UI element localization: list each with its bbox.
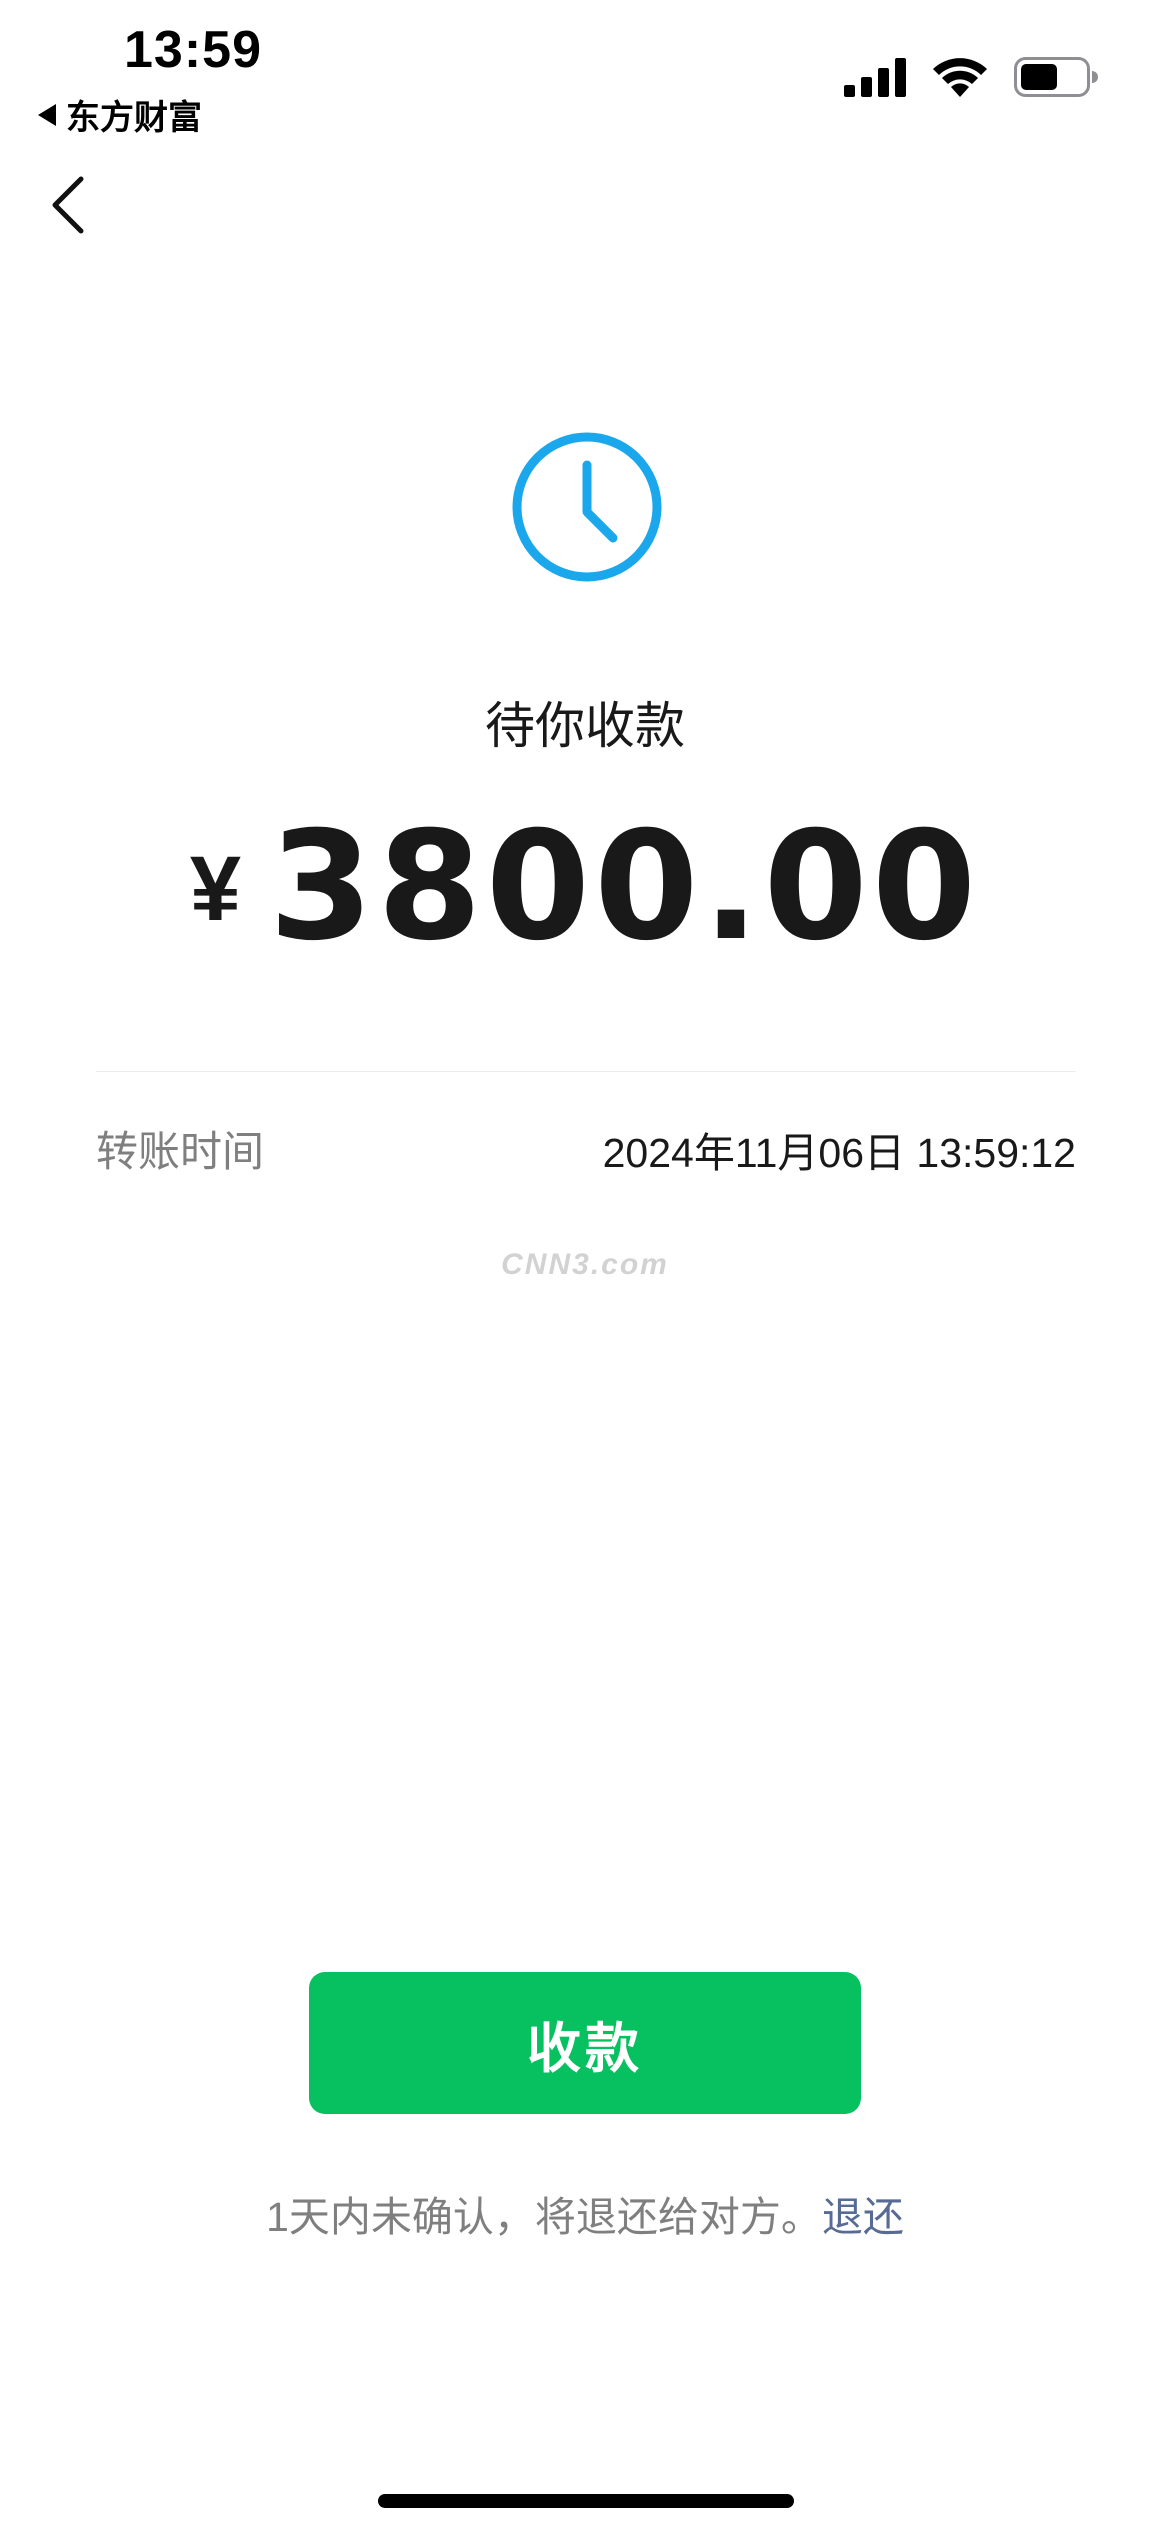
clock-icon: [512, 432, 662, 582]
status-time: 13:59: [124, 21, 262, 79]
refund-notice: 1天内未确认，将退还给对方。退还: [0, 2183, 1170, 2243]
status-icons: [844, 56, 1098, 98]
home-indicator: [378, 2494, 794, 2508]
back-to-app-label: 东方财富: [66, 99, 202, 137]
watermark: CNN3.com: [501, 1248, 669, 1281]
back-to-app-button[interactable]: 东方财富: [38, 90, 202, 139]
currency-symbol: ¥: [189, 838, 241, 940]
nav-back-button[interactable]: [38, 170, 98, 240]
refund-notice-text: 1天内未确认，将退还给对方。: [266, 2194, 822, 2240]
receive-button[interactable]: 收款: [309, 1972, 861, 2114]
wifi-icon: [933, 58, 987, 97]
amount-row: ¥ 3800.00: [0, 800, 1170, 974]
transfer-time-value: 2024年11月06日 13:59:12: [602, 1129, 1076, 1176]
battery-icon: [1014, 57, 1098, 97]
return-link[interactable]: 退还: [822, 2194, 904, 2240]
divider: [96, 1071, 1076, 1072]
amount-value: 3800.00: [268, 800, 981, 974]
cellular-signal-icon: [844, 58, 906, 97]
status-title: 待你收款: [485, 698, 685, 754]
transfer-time-row: 转账时间 2024年11月06日 13:59:12: [96, 1118, 1076, 1179]
transfer-time-label: 转账时间: [96, 1128, 265, 1175]
back-triangle-icon: [38, 103, 56, 126]
chevron-left-icon: [52, 176, 84, 234]
